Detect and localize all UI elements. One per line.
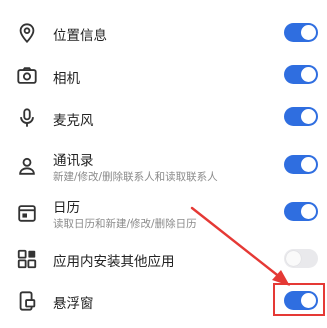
calendar-icon xyxy=(16,202,38,224)
floating-window-icon xyxy=(16,290,38,312)
permission-row-microphone[interactable]: 麦克风 xyxy=(0,100,327,136)
permission-list: 位置信息 相机 麦克风 通讯录 新建/修改/删除联系人和读取联系人 日历 读取日… xyxy=(0,0,327,328)
camera-icon xyxy=(16,65,38,87)
permission-title: 位置信息 xyxy=(53,28,107,44)
app-grid-icon xyxy=(16,248,38,270)
install-apps-toggle[interactable] xyxy=(284,249,318,268)
permission-title: 麦克风 xyxy=(53,113,94,129)
permission-title: 通讯录 xyxy=(53,153,94,169)
permission-subtitle: 新建/修改/删除联系人和读取联系人 xyxy=(53,171,218,183)
contacts-person-icon xyxy=(16,155,38,177)
toggle-knob xyxy=(301,157,316,172)
location-pin-icon xyxy=(16,22,38,44)
highlight-box xyxy=(273,283,325,316)
toggle-knob xyxy=(301,204,316,219)
location-toggle[interactable] xyxy=(284,23,318,42)
permission-row-location[interactable]: 位置信息 xyxy=(0,14,327,50)
microphone-toggle[interactable] xyxy=(284,107,318,126)
permission-row-contacts[interactable]: 通讯录 新建/修改/删除联系人和读取联系人 xyxy=(0,145,327,185)
permission-title: 应用内安装其他应用 xyxy=(53,254,175,270)
permission-row-camera[interactable]: 相机 xyxy=(0,58,327,94)
toggle-knob xyxy=(301,109,316,124)
permission-row-install-apps[interactable]: 应用内安装其他应用 xyxy=(0,242,327,278)
permission-title: 日历 xyxy=(53,200,80,216)
permission-title: 相机 xyxy=(53,71,80,87)
microphone-icon xyxy=(16,107,38,129)
contacts-toggle[interactable] xyxy=(284,155,318,174)
calendar-toggle[interactable] xyxy=(284,202,318,221)
toggle-knob xyxy=(301,67,316,82)
permission-row-calendar[interactable]: 日历 读取日历和新建/修改/删除日历 xyxy=(0,192,327,232)
permission-title: 悬浮窗 xyxy=(53,296,94,312)
toggle-knob xyxy=(286,251,301,266)
permission-subtitle: 读取日历和新建/修改/删除日历 xyxy=(53,218,197,230)
toggle-knob xyxy=(301,25,316,40)
camera-toggle[interactable] xyxy=(284,65,318,84)
